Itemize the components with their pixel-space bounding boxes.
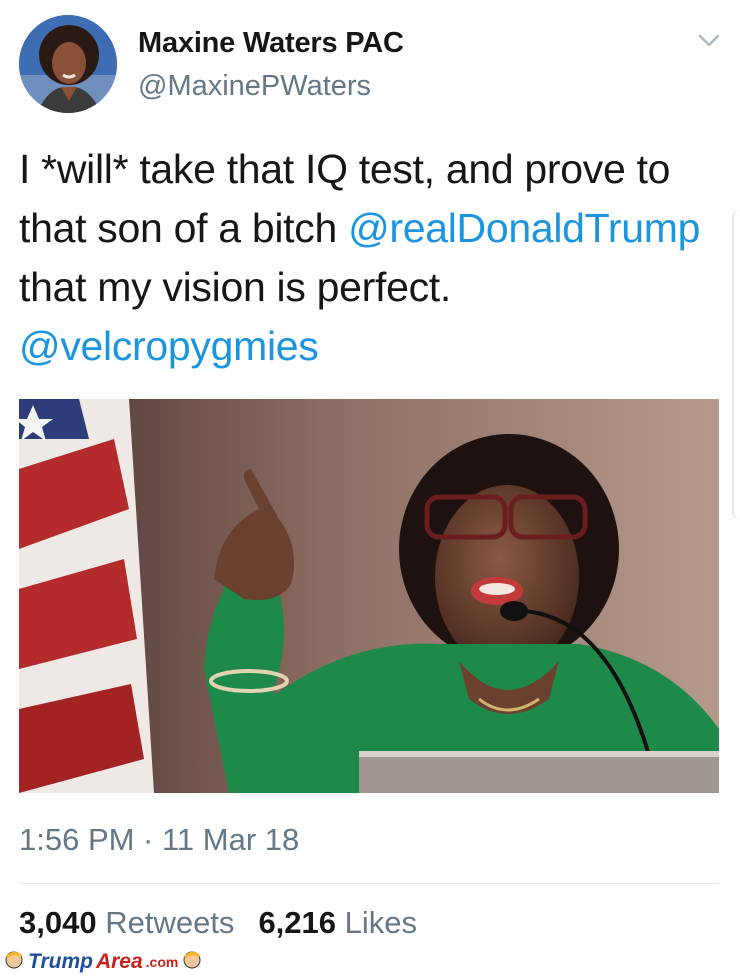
tweet-photo[interactable] bbox=[19, 399, 719, 793]
user-handle[interactable]: @MaxinePWaters bbox=[138, 70, 371, 103]
retweets-stat[interactable]: 3,040 Retweets bbox=[19, 905, 234, 940]
tweet-text: I *will* take that IQ test, and prove to… bbox=[19, 140, 724, 376]
engagement-stats: 3,040 Retweets 6,216 Likes bbox=[19, 905, 417, 941]
likes-stat[interactable]: 6,216 Likes bbox=[258, 905, 417, 940]
mention-link[interactable]: @velcropygmies bbox=[19, 323, 319, 369]
divider bbox=[19, 883, 719, 884]
chevron-down-icon[interactable] bbox=[696, 30, 722, 50]
watermark-trump: Trump bbox=[28, 950, 93, 973]
cartoon-trump-icon bbox=[3, 948, 25, 976]
watermark-com: .com bbox=[145, 954, 179, 970]
mention-link[interactable]: @realDonaldTrump bbox=[348, 205, 700, 251]
watermark-area: Area bbox=[95, 950, 143, 973]
avatar[interactable] bbox=[19, 15, 117, 113]
tweet-text-segment: that my vision is perfect. bbox=[19, 264, 451, 310]
scrollbar-edge bbox=[732, 210, 740, 520]
retweets-label: Retweets bbox=[105, 905, 235, 940]
retweets-count: 3,040 bbox=[19, 905, 97, 940]
timestamp[interactable]: 1:56 PM · 11 Mar 18 bbox=[19, 822, 299, 858]
site-watermark: Trump Area .com bbox=[3, 950, 203, 974]
cartoon-trump-icon bbox=[181, 948, 203, 976]
likes-label: Likes bbox=[344, 905, 418, 940]
likes-count: 6,216 bbox=[258, 905, 337, 940]
display-name[interactable]: Maxine Waters PAC bbox=[138, 27, 404, 60]
